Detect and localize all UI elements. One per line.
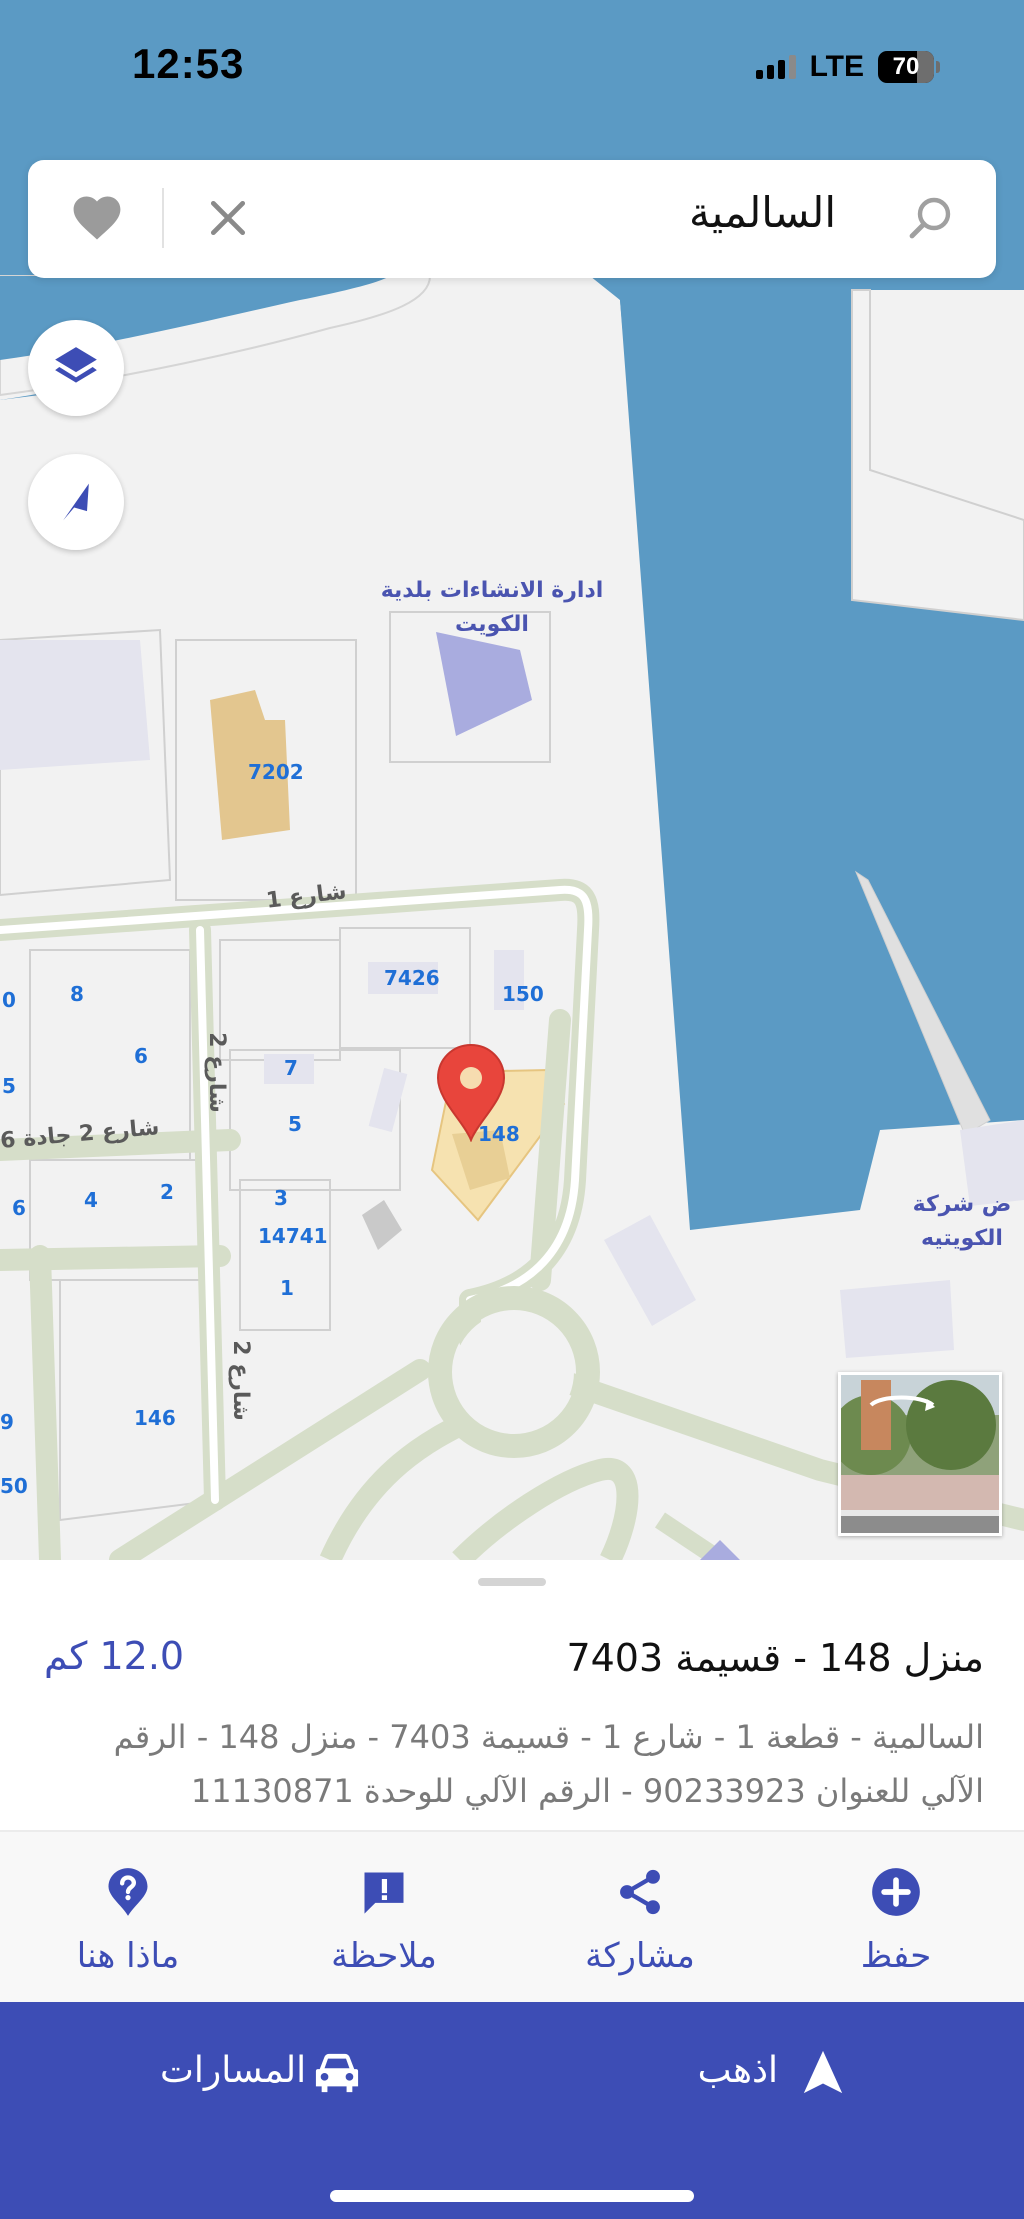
routes-button[interactable]: المسارات bbox=[160, 2050, 306, 2091]
home-indicator[interactable] bbox=[330, 2190, 694, 2202]
whats-here-button[interactable]: ماذا هنا bbox=[0, 1832, 256, 2002]
action-row: حفظ مشاركة ملاحظة ماذا هنا bbox=[0, 1832, 1024, 2002]
drag-handle[interactable] bbox=[478, 1578, 546, 1586]
layers-button[interactable] bbox=[28, 320, 124, 416]
note-icon bbox=[364, 1872, 404, 1914]
map-view[interactable]: 7202 7426 150 8 6 0 5 7 5 148 6 4 2 3 14… bbox=[0, 0, 1024, 1560]
location-arrow-icon bbox=[63, 483, 89, 521]
divider bbox=[162, 188, 164, 248]
status-indicators: LTE 70 bbox=[755, 50, 940, 84]
parcel-label: 7 bbox=[284, 1056, 298, 1080]
clear-icon[interactable] bbox=[206, 196, 250, 240]
parcel-label: 9 bbox=[0, 1410, 14, 1434]
distance-label: 12.0 كم bbox=[44, 1634, 185, 1678]
save-button[interactable]: حفظ bbox=[768, 1832, 1024, 2002]
parcel-label: 7202 bbox=[248, 760, 304, 784]
car-icon bbox=[315, 2053, 359, 2093]
poi-label[interactable]: ادارة الانشاءات بلدية الكويت bbox=[372, 574, 612, 642]
note-button[interactable]: ملاحظة bbox=[256, 1832, 512, 2002]
poi-label[interactable]: ض شركة الكويتيه bbox=[900, 1188, 1024, 1256]
parcel-label: 50 bbox=[0, 1474, 28, 1498]
battery-icon: 70 bbox=[878, 51, 934, 83]
parcel-label: 7426 bbox=[384, 966, 440, 990]
navigation-arrow-icon bbox=[803, 2050, 843, 2094]
parcel-label: 6 bbox=[12, 1196, 26, 1220]
parcel-label: 0 bbox=[2, 988, 16, 1012]
battery-cap bbox=[936, 61, 940, 73]
go-button[interactable]: اذهب bbox=[698, 2050, 778, 2091]
share-button[interactable]: مشاركة bbox=[512, 1832, 768, 2002]
signal-icon bbox=[755, 55, 796, 79]
parcel-label: 6 bbox=[134, 1044, 148, 1068]
parcel-label: 146 bbox=[134, 1406, 176, 1430]
add-icon bbox=[872, 1868, 920, 1916]
battery-percent: 70 bbox=[892, 53, 920, 80]
heart-icon[interactable] bbox=[70, 192, 124, 242]
search-input[interactable]: السالمية bbox=[689, 188, 836, 237]
parcel-label: 4 bbox=[84, 1188, 98, 1212]
status-time: 12:53 bbox=[132, 40, 245, 87]
share-label: مشاركة bbox=[585, 1936, 695, 1976]
place-title: منزل 148 - قسيمة 7403 bbox=[566, 1636, 984, 1680]
parcel-label: 3 bbox=[274, 1186, 288, 1210]
question-pin-icon bbox=[108, 1868, 148, 1916]
whats-here-label: ماذا هنا bbox=[76, 1936, 180, 1976]
parcel-label: 14741 bbox=[258, 1224, 328, 1248]
street-view-thumbnail[interactable] bbox=[838, 1372, 1002, 1536]
parcel-label: 1 bbox=[280, 1276, 294, 1300]
parcel-label: 150 bbox=[502, 982, 544, 1006]
navigation-bar: اذهب المسارات bbox=[0, 2002, 1024, 2219]
save-label: حفظ bbox=[860, 1936, 932, 1976]
layers-icon bbox=[55, 347, 97, 383]
note-label: ملاحظة bbox=[331, 1936, 437, 1976]
parcel-label: 8 bbox=[70, 982, 84, 1006]
search-bar[interactable]: السالمية bbox=[28, 160, 996, 278]
location-pin-icon[interactable] bbox=[434, 1042, 508, 1143]
place-panel[interactable]: منزل 148 - قسيمة 7403 12.0 كم السالمية -… bbox=[0, 1560, 1024, 2219]
parcel-label: 5 bbox=[2, 1074, 16, 1098]
place-address: السالمية - قطعة 1 - شارع 1 - قسيمة 7403 … bbox=[113, 1718, 984, 1810]
street-label: شارع 2 bbox=[227, 1340, 253, 1421]
network-label: LTE bbox=[809, 50, 864, 83]
share-icon bbox=[620, 1869, 660, 1915]
search-icon[interactable] bbox=[906, 194, 954, 242]
parcel-label: 2 bbox=[160, 1180, 174, 1204]
my-location-button[interactable] bbox=[28, 454, 124, 550]
parcel-label: 5 bbox=[288, 1112, 302, 1136]
street-label: شارع 2 bbox=[203, 1032, 229, 1113]
